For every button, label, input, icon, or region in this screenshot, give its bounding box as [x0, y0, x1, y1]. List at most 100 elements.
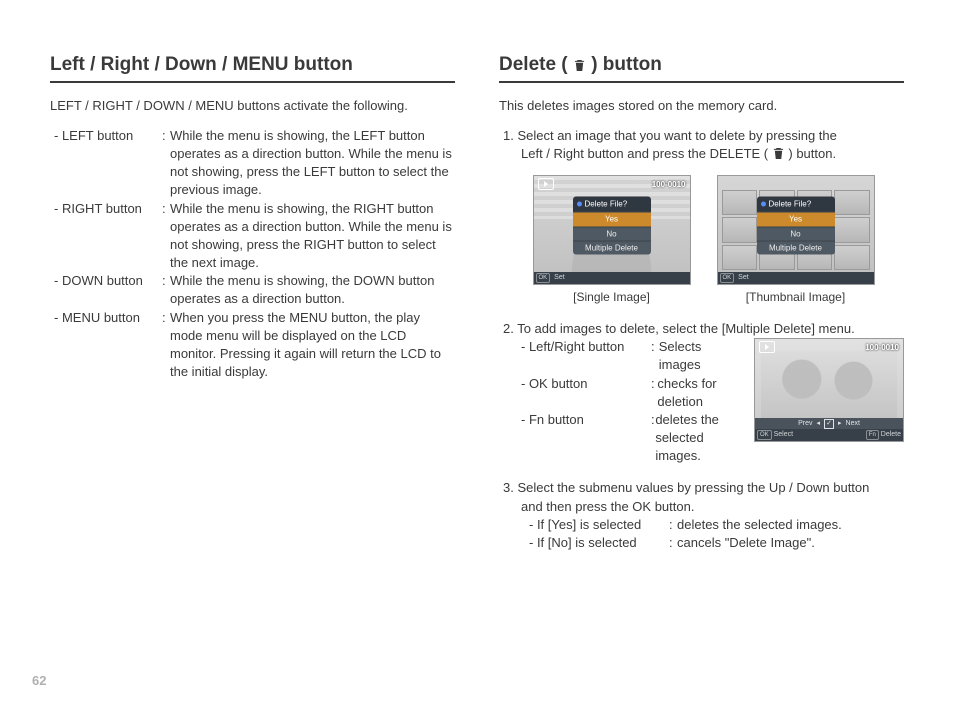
sub-body: deletes the selected images. — [677, 516, 842, 534]
left-intro: LEFT / RIGHT / DOWN / MENU buttons activ… — [50, 97, 455, 115]
ok-keycap: OK — [536, 273, 551, 283]
lcd-bottombar: OK Select Fn Delete — [755, 429, 903, 441]
sub-body: deletes the selected images. — [655, 411, 744, 466]
trash-icon — [773, 147, 784, 160]
image-counter: 100-0010 — [652, 179, 686, 190]
def-menu-button: - MENU button : When you press the MENU … — [54, 309, 455, 382]
prev-next-strip: Prev ◂ ✓ ▸ Next — [755, 418, 903, 429]
step-2-subdefs: - Left/Right button : Selects images - O… — [503, 338, 744, 465]
page-number: 62 — [32, 672, 46, 690]
def-left-button: - LEFT button : While the menu is showin… — [54, 127, 455, 200]
checkbox-icon: ✓ — [824, 419, 834, 429]
sub-sep: : — [669, 534, 677, 552]
sub-yes: - If [Yes] is selected : deletes the sel… — [529, 516, 904, 534]
play-icon — [759, 341, 775, 353]
def-label: - RIGHT button — [54, 200, 162, 273]
caption-single: [Single Image] — [533, 289, 691, 306]
delete-dialog: Delete File? Yes No Multiple Delete — [573, 197, 651, 255]
right-intro: This deletes images stored on the memory… — [499, 97, 904, 115]
def-sep: : — [162, 200, 170, 273]
heading-right: Delete ( ) button — [499, 52, 904, 83]
sub-label: - Fn button — [521, 411, 651, 466]
def-body: While the menu is showing, the RIGHT but… — [170, 200, 455, 273]
step-2-lead: 2. To add images to delete, select the [… — [503, 320, 904, 338]
def-label: - DOWN button — [54, 272, 162, 308]
heading-right-pre: Delete ( — [499, 54, 568, 75]
sub-label: - If [Yes] is selected — [529, 516, 669, 534]
def-body: When you press the MENU button, the play… — [170, 309, 455, 382]
dialog-option-no: No — [573, 226, 651, 240]
def-sep: : — [162, 127, 170, 200]
lcd-thumbnail: Delete File? Yes No Multiple Delete OK S… — [717, 175, 875, 285]
lcd-single: 100-0010 Delete File? Yes No Multiple De… — [533, 175, 691, 285]
next-label: Next — [846, 419, 860, 429]
step-1-line1: 1. Select an image that you want to dele… — [503, 127, 904, 145]
lcd-multiple-delete: 100-0010 Prev ◂ ✓ ▸ Next OK Select — [754, 338, 904, 442]
sub-label: - OK button — [521, 375, 651, 411]
sub-body: Selects images — [659, 338, 744, 374]
sub-label: - Left/Right button — [521, 338, 651, 374]
heading-left: Left / Right / Down / MENU button — [50, 52, 455, 83]
sub-body: cancels "Delete Image". — [677, 534, 815, 552]
sub-label: - If [No] is selected — [529, 534, 669, 552]
lcd-bottombar: OK Set — [718, 272, 874, 284]
sub-no: - If [No] is selected : cancels "Delete … — [529, 534, 904, 552]
delete-label: Delete — [881, 431, 901, 438]
step-3-line1: 3. Select the submenu values by pressing… — [503, 479, 904, 497]
set-label: Set — [738, 273, 749, 283]
delete-dialog: Delete File? Yes No Multiple Delete — [757, 197, 835, 255]
screen-thumbnail-block: Delete File? Yes No Multiple Delete OK S… — [717, 175, 875, 306]
left-column: Left / Right / Down / MENU button LEFT /… — [50, 52, 455, 680]
step-1-line2-pre: Left / Right button and press the DELETE… — [521, 146, 768, 161]
dialog-dot-icon — [761, 202, 766, 207]
ok-keycap: OK — [757, 430, 772, 440]
dialog-option-multiple: Multiple Delete — [573, 240, 651, 254]
def-down-button: - DOWN button : While the menu is showin… — [54, 272, 455, 308]
dialog-title: Delete File? — [573, 197, 651, 212]
photo-couple-placeholder — [761, 351, 897, 425]
def-body: While the menu is showing, the LEFT butt… — [170, 127, 455, 200]
sub-fn: - Fn button : deletes the selected image… — [521, 411, 744, 466]
dialog-title-text: Delete File? — [769, 199, 812, 210]
lcd-topbar: 100-0010 — [755, 341, 903, 353]
def-label: - MENU button — [54, 309, 162, 382]
image-counter: 100-0010 — [865, 342, 899, 353]
ok-keycap: OK — [720, 273, 735, 283]
step1-screens: 100-0010 Delete File? Yes No Multiple De… — [503, 175, 904, 306]
lcd-bottombar: OK Set — [534, 272, 690, 284]
left-arrow-icon: ◂ — [816, 419, 820, 429]
sub-leftright: - Left/Right button : Selects images — [521, 338, 744, 374]
set-label: Set — [554, 273, 565, 283]
sub-sep: : — [651, 338, 659, 374]
step-1-line2: Left / Right button and press the DELETE… — [503, 145, 904, 163]
select-label: Select — [774, 431, 793, 438]
button-definitions: - LEFT button : While the menu is showin… — [50, 127, 455, 382]
lcd-topbar: 100-0010 — [534, 178, 690, 190]
step-1-line2-post: ) button. — [788, 146, 836, 161]
dialog-option-yes: Yes — [757, 212, 835, 226]
def-body: While the menu is showing, the DOWN butt… — [170, 272, 455, 308]
step-2: 2. To add images to delete, select the [… — [499, 320, 904, 466]
prev-label: Prev — [798, 419, 812, 429]
dialog-dot-icon — [577, 202, 582, 207]
def-sep: : — [162, 272, 170, 308]
def-label: - LEFT button — [54, 127, 162, 200]
step-3: 3. Select the submenu values by pressing… — [499, 479, 904, 552]
screen-single-block: 100-0010 Delete File? Yes No Multiple De… — [533, 175, 691, 306]
right-arrow-icon: ▸ — [838, 419, 842, 429]
sub-ok: - OK button : checks for deletion — [521, 375, 744, 411]
heading-right-post: ) button — [591, 54, 662, 75]
dialog-option-multiple: Multiple Delete — [757, 240, 835, 254]
caption-thumbnail: [Thumbnail Image] — [717, 289, 875, 306]
sub-body: checks for deletion — [657, 375, 744, 411]
play-icon — [538, 178, 554, 190]
trash-icon — [574, 59, 585, 72]
dialog-title: Delete File? — [757, 197, 835, 212]
step-3-line2: and then press the OK button. — [503, 498, 904, 516]
dialog-title-text: Delete File? — [585, 199, 628, 210]
def-right-button: - RIGHT button : While the menu is showi… — [54, 200, 455, 273]
fn-keycap: Fn — [866, 430, 879, 440]
right-column: Delete ( ) button This deletes images st… — [499, 52, 904, 680]
sub-sep: : — [669, 516, 677, 534]
step-1: 1. Select an image that you want to dele… — [499, 127, 904, 306]
